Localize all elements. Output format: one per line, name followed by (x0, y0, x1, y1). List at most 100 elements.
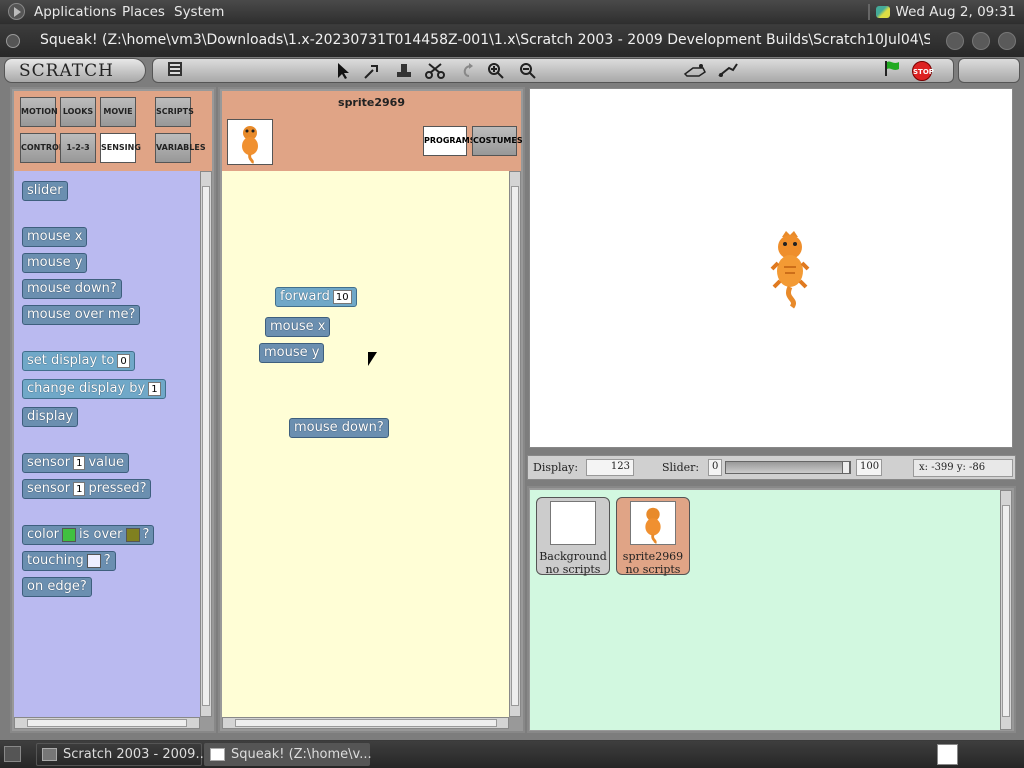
block-label: sensor (27, 481, 71, 496)
squeak-tray-icon[interactable] (937, 744, 958, 765)
sprite-thumbnail[interactable] (227, 119, 273, 165)
sprite-list: Background no scripts sprite2969 no script… (530, 490, 1000, 730)
paint-icon[interactable] (683, 62, 707, 84)
eyedropper-icon[interactable] (717, 62, 739, 84)
set-display-value-field[interactable]: 0 (117, 354, 130, 368)
tile-name: sprite2969 (622, 550, 684, 563)
salamander-icon (645, 507, 661, 544)
sprite-menu-field[interactable] (86, 554, 101, 568)
mouse-down-block[interactable]: mouse down? (289, 418, 389, 438)
sprite-salamander[interactable] (770, 229, 810, 309)
background-thumbnail (550, 501, 596, 545)
slider-min: 0 (708, 459, 722, 476)
category-looks[interactable]: LOOKS (60, 97, 96, 127)
arrow-tool-icon[interactable] (335, 62, 351, 84)
block-label: mouse x (270, 319, 326, 334)
block-label: mouse down? (294, 420, 384, 435)
zoom-in-icon[interactable] (487, 62, 505, 84)
network-icon[interactable] (875, 6, 890, 18)
squeak-icon (210, 748, 225, 761)
task-scratch-folder[interactable]: Scratch 2003 - 2009... (36, 743, 208, 766)
display-slider[interactable] (725, 461, 851, 474)
forward-block[interactable]: forward 10 (275, 287, 357, 307)
toolbar (152, 58, 954, 83)
task-squeak-window[interactable]: Squeak! (Z:\home\v... (204, 743, 372, 766)
category-sensing[interactable]: SENSING (100, 133, 141, 163)
mouse-down-block[interactable]: mouse down? (22, 279, 122, 299)
mouse-over-me-block[interactable]: mouse over me? (22, 305, 141, 325)
maximize-icon[interactable] (972, 32, 990, 50)
stage[interactable] (529, 88, 1013, 448)
grow-tool-icon[interactable] (363, 62, 381, 84)
change-display-value-field[interactable]: 1 (148, 382, 161, 396)
show-desktop-icon[interactable] (4, 746, 21, 762)
sprite-list-scrollbar[interactable] (1000, 490, 1012, 730)
zoom-out-icon[interactable] (519, 62, 537, 84)
clock[interactable]: Wed Aug 2, 09:31 (896, 4, 1016, 20)
task-label: Scratch 2003 - 2009... (63, 747, 208, 762)
scissors-tool-icon[interactable] (425, 62, 445, 84)
block-label: value (88, 455, 124, 470)
category-movie[interactable]: MOVIE (100, 97, 136, 127)
green-flag-icon[interactable] (884, 60, 900, 76)
script-horizontal-scrollbar[interactable] (222, 717, 509, 729)
sprite-thumbnail (630, 501, 676, 545)
block-label: mouse over me? (27, 307, 136, 322)
tile-name: Background (539, 550, 607, 563)
touching-block[interactable]: touching? (22, 551, 116, 571)
category-scripts[interactable]: SCRIPTS (155, 97, 194, 127)
mouse-y-block[interactable]: mouse y (259, 343, 325, 363)
sprite-name[interactable]: sprite2969 (222, 96, 521, 109)
block-label: pressed? (88, 481, 147, 496)
change-display-block[interactable]: change display by 1 (22, 379, 166, 399)
on-edge-block[interactable]: on edge? (22, 577, 92, 597)
sensor-value-block[interactable]: sensor 1 value (22, 453, 129, 473)
category-1-2-3[interactable]: 1-2-3 (60, 133, 96, 163)
display-block[interactable]: display (22, 407, 79, 427)
close-icon[interactable] (998, 32, 1016, 50)
undo-icon[interactable] (459, 62, 475, 84)
scratch-logo: SCRATCH (4, 58, 146, 83)
sensor-pressed-block[interactable]: sensor 1 pressed? (22, 479, 152, 499)
places-menu[interactable]: Places (122, 4, 165, 20)
system-menu[interactable]: System (174, 4, 224, 20)
window-menu-icon[interactable] (6, 34, 20, 48)
category-control[interactable]: CONTROL (20, 133, 64, 163)
block-label: change display by (27, 381, 146, 396)
mouse-y-block[interactable]: mouse y (22, 253, 88, 273)
slider-max: 100 (856, 459, 882, 476)
stamp-tool-icon[interactable] (395, 62, 413, 84)
slider-block[interactable]: slider (22, 181, 68, 201)
script-vertical-scrollbar[interactable] (509, 171, 521, 717)
slider-knob[interactable] (842, 461, 850, 474)
mouse-x-block[interactable]: mouse x (22, 227, 88, 247)
script-area[interactable]: forward 10 mouse x mouse y mouse down? (222, 171, 509, 717)
stop-button[interactable]: STOP (912, 61, 934, 81)
tab-costumes[interactable]: COSTUMES (472, 126, 523, 156)
minimize-icon[interactable] (946, 32, 964, 50)
sensor-number-field[interactable]: 1 (73, 482, 86, 496)
tab-programs[interactable]: PROGRAMS (423, 126, 475, 156)
palette-horizontal-scrollbar[interactable] (14, 717, 200, 729)
color-is-over-block[interactable]: color is over? (22, 525, 155, 545)
category-variables[interactable]: VARIABLES (155, 133, 206, 163)
mouse-coordinates: x: -399 y: -86 (913, 459, 1013, 477)
block-label: mouse y (264, 345, 320, 360)
mouse-pointer-icon (368, 352, 377, 366)
gnome-foot-icon[interactable] (8, 3, 25, 20)
sprite-tile-sprite2969[interactable]: sprite2969 no scripts (616, 497, 690, 576)
sprite-tile-background[interactable]: Background no scripts (536, 497, 610, 576)
block-label: ? (103, 553, 111, 568)
menu-icon[interactable] (167, 61, 183, 81)
mouse-x-block[interactable]: mouse x (265, 317, 331, 337)
window-titlebar[interactable]: Squeak! (Z:\home\vm3\Downloads\1.x-20230… (0, 25, 1024, 57)
forward-steps-field[interactable]: 10 (332, 290, 352, 304)
block-label: on edge? (27, 579, 87, 594)
sensor-number-field[interactable]: 1 (73, 456, 86, 470)
color-swatch[interactable] (62, 528, 77, 542)
color-swatch[interactable] (125, 528, 140, 542)
palette-vertical-scrollbar[interactable] (200, 171, 212, 717)
applications-menu[interactable]: Applications (34, 4, 116, 20)
set-display-block[interactable]: set display to 0 (22, 351, 135, 371)
category-motion[interactable]: MOTION (20, 97, 58, 127)
